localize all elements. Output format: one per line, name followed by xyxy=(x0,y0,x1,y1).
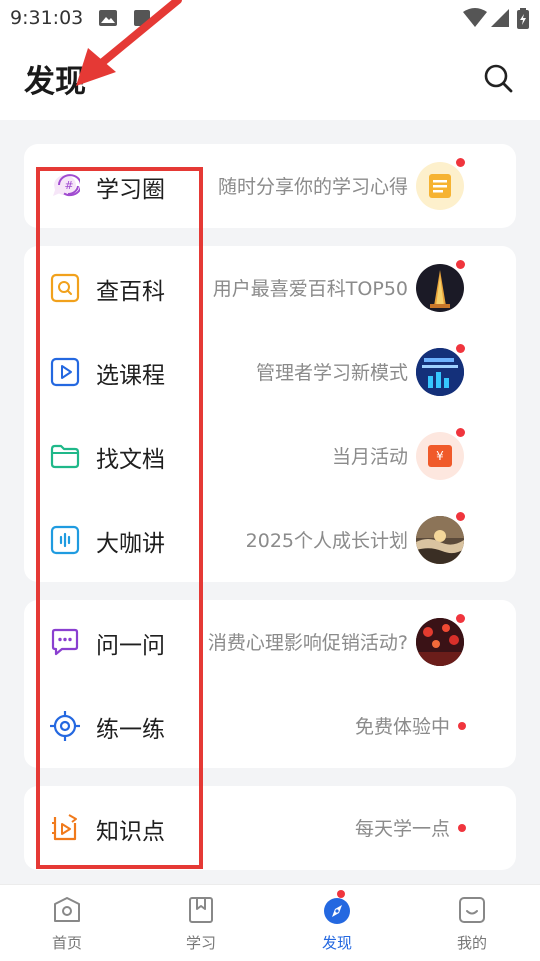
expert-talks-thumbnail xyxy=(416,516,464,564)
target-icon xyxy=(50,711,80,741)
course-cover-image xyxy=(416,348,464,396)
unread-dot xyxy=(456,512,465,521)
item-label: 找文档 xyxy=(96,447,165,473)
coupon-icon: ¥ xyxy=(428,445,452,467)
video-note-icon xyxy=(52,814,77,841)
tab-badge-dot xyxy=(337,890,345,898)
unread-dot xyxy=(456,260,465,269)
card-resources: 查百科 用户最喜爱百科TOP50 选课程 管理者学习新模式 找文档 当月活动 ¥… xyxy=(24,246,516,582)
battery-icon xyxy=(517,8,529,29)
documents-thumbnail: ¥ xyxy=(416,432,464,480)
profile-icon xyxy=(459,897,485,923)
tab-profile[interactable]: 我的 xyxy=(412,885,532,961)
item-subtitle: 消费心理影响促销活动? xyxy=(207,632,408,654)
cell-signal-icon xyxy=(491,9,509,27)
item-subtitle: 每天学一点 xyxy=(354,818,450,840)
compass-icon xyxy=(324,898,350,924)
bookmark-icon xyxy=(189,897,213,923)
status-bar: 9:31:03 xyxy=(0,0,540,36)
card-interactive: 问一问 消费心理影响促销活动? 练一练 免费体验中 xyxy=(24,600,516,768)
item-label: 大咖讲 xyxy=(96,531,165,557)
audio-wave-icon xyxy=(50,525,80,555)
unread-dot xyxy=(458,824,466,832)
lanterns-image xyxy=(416,618,464,666)
study-circle-thumbnail xyxy=(416,162,464,210)
ask-thumbnail xyxy=(416,618,464,666)
wifi-icon xyxy=(463,8,487,27)
tab-discover[interactable]: 发现 xyxy=(277,885,397,961)
item-label: 练一练 xyxy=(96,717,165,743)
courses-thumbnail xyxy=(416,348,464,396)
hashtag-chat-icon: # xyxy=(53,174,80,197)
status-time: 9:31:03 xyxy=(10,7,84,29)
tab-label: 我的 xyxy=(456,934,487,952)
item-label: 选课程 xyxy=(96,363,165,389)
unread-dot xyxy=(456,614,465,623)
search-box-icon xyxy=(50,273,80,303)
card-community: # 学习圈 随时分享你的学习心得 xyxy=(24,144,516,228)
tab-label: 发现 xyxy=(321,934,352,952)
item-subtitle: 管理者学习新模式 xyxy=(255,362,408,384)
search-icon[interactable] xyxy=(482,62,514,94)
list-item-encyclopedia[interactable]: 查百科 用户最喜爱百科TOP50 xyxy=(24,246,516,330)
list-item-courses[interactable]: 选课程 管理者学习新模式 xyxy=(24,330,516,414)
unread-dot xyxy=(456,158,465,167)
list-item-expert-talks[interactable]: 大咖讲 2025个人成长计划 xyxy=(24,498,516,582)
svg-text:¥: ¥ xyxy=(436,449,444,463)
page-title: 发现 xyxy=(24,64,86,100)
unread-dot xyxy=(456,344,465,353)
unread-dot xyxy=(458,722,466,730)
tab-label: 首页 xyxy=(51,934,82,952)
item-subtitle: 当月活动 xyxy=(331,446,408,468)
tab-home[interactable]: 首页 xyxy=(7,885,127,961)
item-subtitle: 用户最喜爱百科TOP50 xyxy=(212,278,408,300)
notebook-icon xyxy=(429,174,451,198)
home-icon xyxy=(54,897,80,922)
folder-icon xyxy=(50,444,80,469)
list-item-practice[interactable]: 练一练 免费体验中 xyxy=(24,684,516,768)
notification-icon xyxy=(134,10,150,26)
item-subtitle: 免费体验中 xyxy=(354,716,450,738)
gallery-icon xyxy=(99,10,117,26)
tower-image xyxy=(430,270,450,308)
item-label: 查百科 xyxy=(96,279,165,305)
tab-label: 学习 xyxy=(185,934,216,952)
list-item-knowledge-points[interactable]: 知识点 每天学一点 xyxy=(24,786,516,870)
unread-dot xyxy=(456,428,465,437)
list-item-documents[interactable]: 找文档 当月活动 ¥ xyxy=(24,414,516,498)
list-item-study-circle[interactable]: # 学习圈 随时分享你的学习心得 xyxy=(24,144,516,228)
chat-dots-icon xyxy=(51,628,79,656)
sunrise-image xyxy=(416,516,464,564)
item-subtitle: 随时分享你的学习心得 xyxy=(217,176,408,198)
encyclopedia-thumbnail xyxy=(416,264,464,312)
item-subtitle: 2025个人成长计划 xyxy=(245,530,408,552)
card-knowledge: 知识点 每天学一点 xyxy=(24,786,516,870)
item-label: 问一问 xyxy=(96,633,165,659)
bottom-tab-bar: 首页 学习 发现 我的 xyxy=(0,884,540,961)
item-label: 知识点 xyxy=(96,819,165,845)
item-label: 学习圈 xyxy=(96,177,165,203)
play-box-icon xyxy=(50,357,80,387)
svg-text:#: # xyxy=(64,179,73,192)
tab-study[interactable]: 学习 xyxy=(141,885,261,961)
list-item-ask[interactable]: 问一问 消费心理影响促销活动? xyxy=(24,600,516,684)
